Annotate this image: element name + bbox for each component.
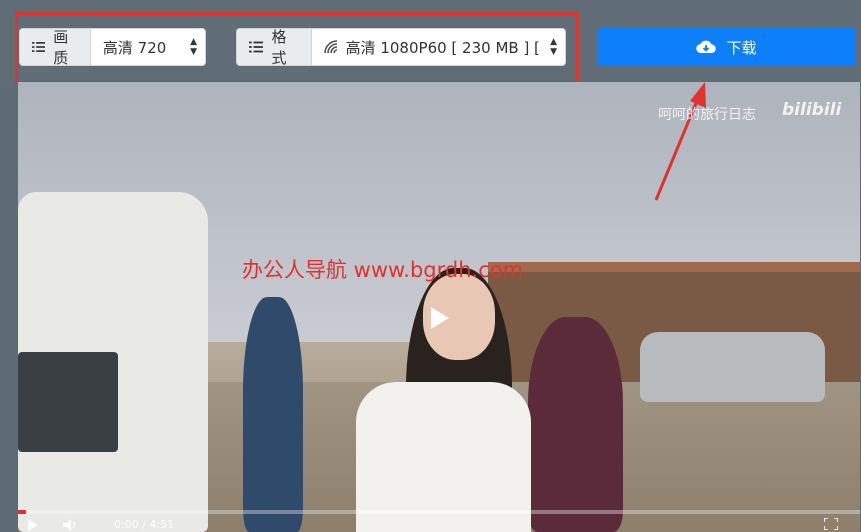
- format-select-group: 格式 高清 1080P60 [ 230 MB ] [ ▲ ▼: [236, 28, 566, 66]
- select-caret-icon: ▲ ▼: [550, 37, 557, 57]
- toolbar: 画质 高清 720 ▲ ▼ 格式 高清 1080P60 [ 230 MB ] [ …: [0, 0, 861, 88]
- download-button[interactable]: 下载: [597, 28, 856, 66]
- overlay-watermark-text: 办公人导航 www.bgrdh.com: [242, 258, 524, 282]
- quality-label-addon: 画质: [20, 29, 91, 65]
- format-selected-value: 高清 1080P60 [ 230 MB ] [: [345, 38, 540, 57]
- progress-bar[interactable]: [18, 510, 860, 514]
- progress-fill: [18, 510, 27, 514]
- player-controls: 0:00 / 4:51: [18, 516, 860, 532]
- play-icon[interactable]: [424, 304, 452, 332]
- video-player[interactable]: 办公人导航 www.bgrdh.com 呵呵的旅行日志 bilibili 0:0…: [18, 82, 860, 532]
- quality-select[interactable]: 高清 720 ▲ ▼: [90, 29, 205, 65]
- channel-name: 呵呵的旅行日志: [658, 107, 756, 123]
- fullscreen-icon[interactable]: [824, 518, 838, 530]
- signal-icon: [323, 40, 337, 54]
- cloud-download-icon: [696, 40, 717, 54]
- download-label: 下载: [726, 39, 757, 57]
- quality-select-group: 画质 高清 720 ▲ ▼: [19, 28, 206, 66]
- select-caret-icon: ▲ ▼: [190, 37, 197, 57]
- quality-selected-value: 高清 720: [102, 38, 167, 57]
- list-icon: [32, 42, 46, 52]
- format-select[interactable]: 高清 1080P60 [ 230 MB ] [ ▲ ▼: [311, 29, 565, 65]
- format-label-addon: 格式: [237, 29, 312, 65]
- format-label: 格式: [271, 28, 287, 66]
- volume-icon[interactable]: [63, 519, 77, 531]
- time-display: 0:00 / 4:51: [114, 518, 175, 531]
- list-icon: [249, 41, 264, 53]
- play-small-icon[interactable]: [28, 519, 38, 531]
- platform-logo: bilibili: [782, 100, 842, 120]
- quality-label: 画质: [53, 28, 69, 66]
